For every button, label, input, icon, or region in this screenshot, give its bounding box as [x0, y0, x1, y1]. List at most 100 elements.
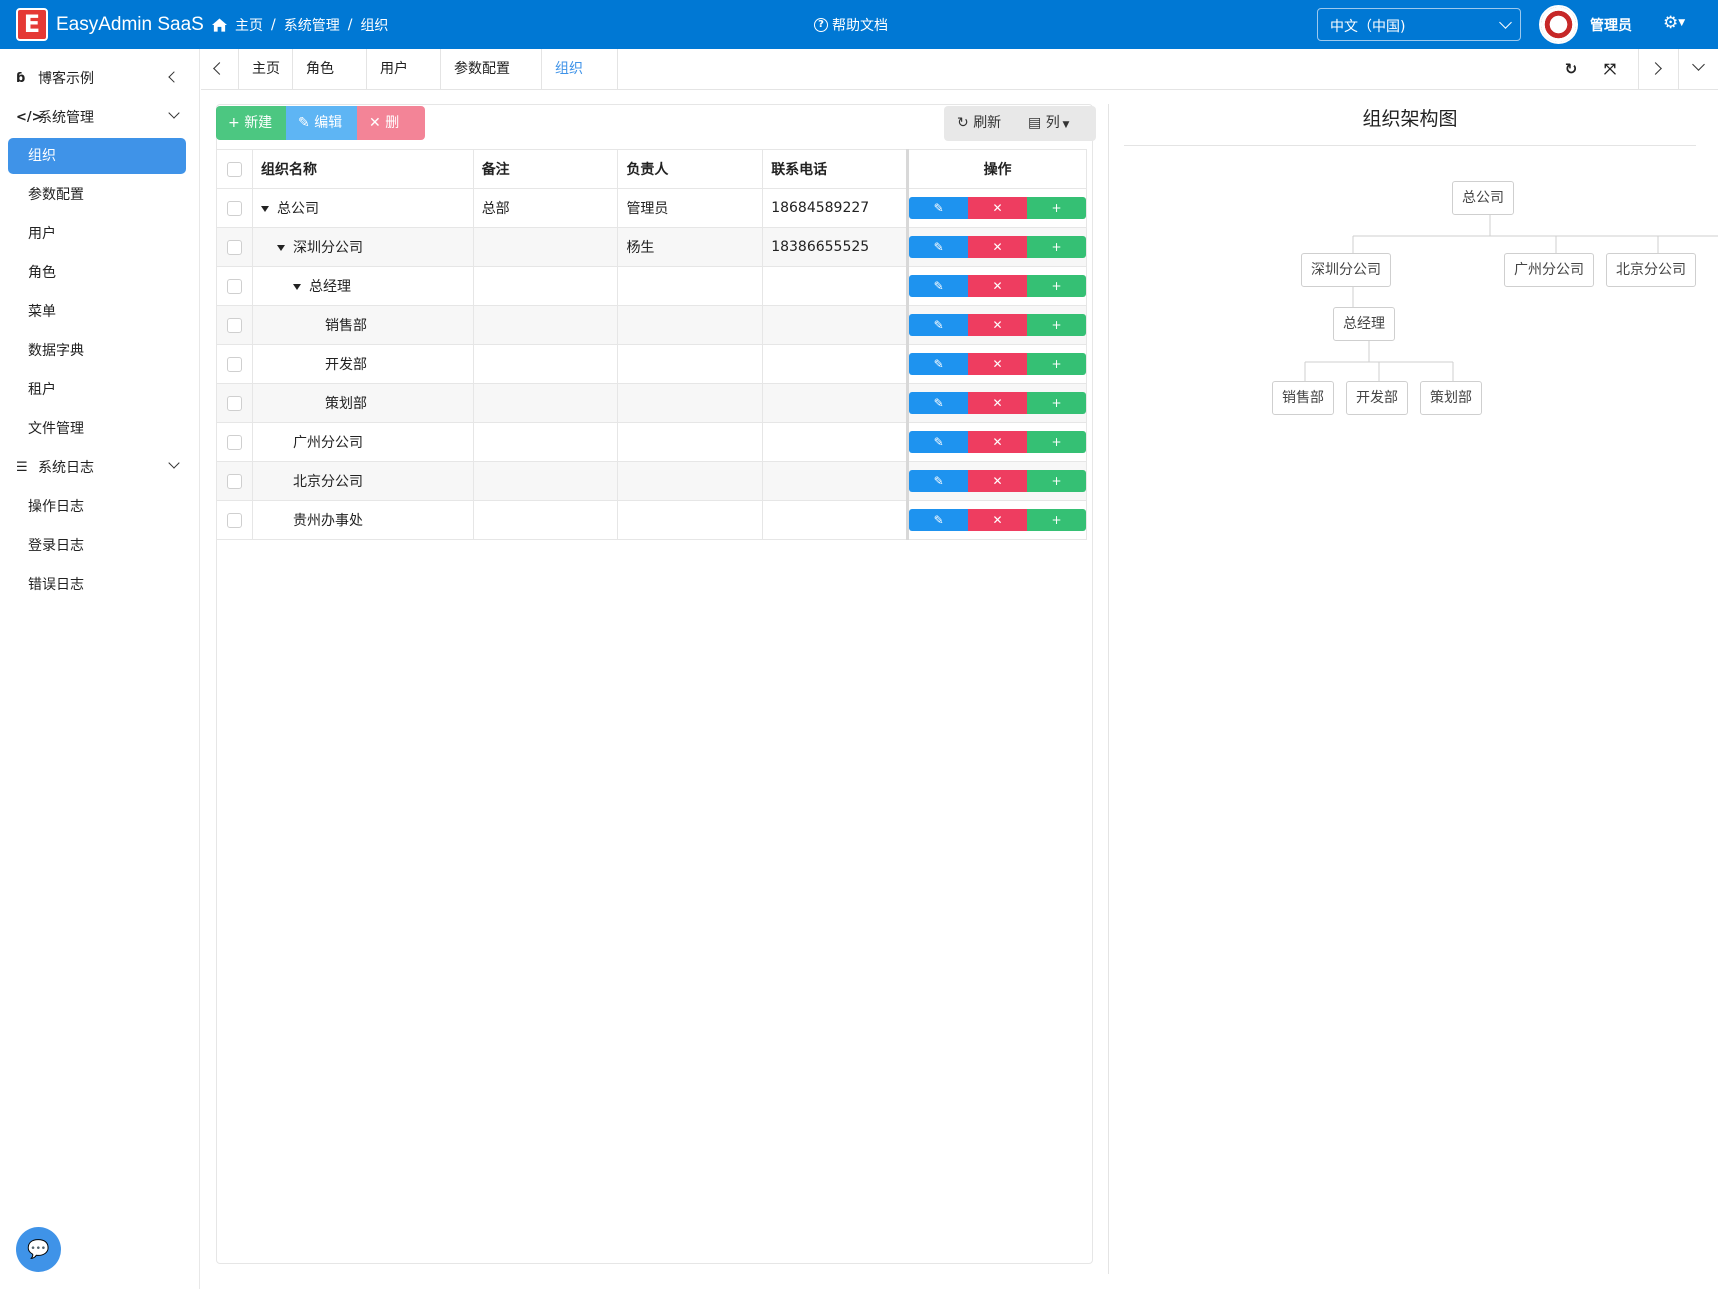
checkbox[interactable] — [226, 356, 242, 372]
row-add-button[interactable]: + 增加 — [1027, 470, 1086, 492]
row-add-button[interactable]: + 增加 — [1027, 314, 1086, 336]
refresh-button[interactable]: ↻ 刷新 — [944, 106, 1022, 141]
row-delete-button[interactable]: ✕ 删除 — [968, 314, 1028, 336]
row-checkbox-cell[interactable] — [216, 461, 253, 501]
tab-home[interactable]: 主页 — [239, 49, 293, 89]
row-edit-button[interactable]: ✎ 编辑 — [909, 236, 969, 258]
org-node-root[interactable]: 总公司 — [1452, 181, 1514, 215]
breadcrumb-system[interactable]: 系统管理 — [284, 15, 340, 35]
sidebar-item-menu[interactable]: 菜单 — [8, 294, 186, 330]
columns-button[interactable]: ▤ 列 ▼ — [1022, 106, 1096, 141]
help-docs-link[interactable]: ? 帮助文档 — [814, 15, 888, 35]
sidebar-group-logs[interactable]: ☰ 系统日志 — [0, 448, 200, 486]
sidebar-group-blog[interactable]: ɓ 博客示例 — [0, 59, 200, 97]
table-row[interactable]: 深圳分公司 杨生18386655525✎ 编辑✕ 删除+ 增加 — [216, 227, 1087, 267]
row-edit-button[interactable]: ✎ 编辑 — [909, 197, 969, 219]
col-phone[interactable]: 联系电话 — [762, 149, 909, 189]
row-delete-button[interactable]: ✕ 删除 — [968, 509, 1028, 531]
edit-button[interactable]: ✎ 编辑 — [286, 106, 357, 140]
col-org-name[interactable]: 组织名称 — [251, 149, 474, 189]
row-edit-button[interactable]: ✎ 编辑 — [909, 275, 969, 297]
row-edit-button[interactable]: ✎ 编辑 — [909, 392, 969, 414]
sidebar-item-roles[interactable]: 角色 — [8, 255, 186, 291]
checkbox[interactable] — [226, 161, 242, 177]
table-row[interactable]: 总公司 总部管理员18684589227✎ 编辑✕ 删除+ 增加 — [216, 188, 1087, 228]
row-delete-button[interactable]: ✕ 删除 — [968, 353, 1028, 375]
caret-down-icon[interactable] — [292, 284, 301, 290]
table-row[interactable]: 北京分公司 ✎ 编辑✕ 删除+ 增加 — [216, 461, 1087, 501]
avatar[interactable] — [1539, 5, 1578, 44]
chat-button[interactable]: 💬 — [16, 1227, 61, 1272]
checkbox[interactable] — [226, 278, 242, 294]
table-row[interactable]: 开发部 ✎ 编辑✕ 删除+ 增加 — [216, 344, 1087, 384]
tab-org[interactable]: 组织 — [542, 49, 618, 89]
checkbox[interactable] — [226, 395, 242, 411]
app-name[interactable]: EasyAdmin SaaS — [56, 14, 204, 36]
checkbox[interactable] — [226, 473, 242, 489]
org-node-planning[interactable]: 策划部 — [1420, 381, 1482, 415]
org-node-dev[interactable]: 开发部 — [1346, 381, 1408, 415]
checkbox[interactable] — [226, 434, 242, 450]
row-checkbox-cell[interactable] — [216, 383, 253, 423]
row-checkbox-cell[interactable] — [216, 344, 253, 384]
row-edit-button[interactable]: ✎ 编辑 — [909, 431, 969, 453]
row-edit-button[interactable]: ✎ 编辑 — [909, 509, 969, 531]
sidebar-item-dictionary[interactable]: 数据字典 — [8, 333, 186, 369]
org-node-beijing[interactable]: 北京分公司 — [1606, 253, 1696, 287]
row-checkbox-cell[interactable] — [216, 500, 253, 540]
row-checkbox-cell[interactable] — [216, 266, 253, 306]
breadcrumb-home[interactable]: 主页 — [235, 15, 263, 35]
tab-menu-button[interactable] — [1678, 49, 1718, 89]
user-name[interactable]: 管理员 — [1590, 15, 1632, 35]
row-delete-button[interactable]: ✕ 删除 — [968, 431, 1028, 453]
settings-menu[interactable]: ⚙▼ — [1663, 13, 1685, 33]
row-add-button[interactable]: + 增加 — [1027, 509, 1086, 531]
sidebar-item-params[interactable]: 参数配置 — [8, 177, 186, 213]
tab-params[interactable]: 参数配置 — [441, 49, 542, 89]
row-edit-button[interactable]: ✎ 编辑 — [909, 470, 969, 492]
row-checkbox-cell[interactable] — [216, 227, 253, 267]
table-row[interactable]: 广州分公司 ✎ 编辑✕ 删除+ 增加 — [216, 422, 1087, 462]
language-select[interactable]: 中文（中国) — [1317, 8, 1521, 41]
sidebar-item-operation-log[interactable]: 操作日志 — [8, 489, 186, 525]
caret-down-icon[interactable] — [276, 245, 285, 251]
row-edit-button[interactable]: ✎ 编辑 — [909, 314, 969, 336]
fullscreen-button[interactable]: ⤧ — [1590, 49, 1630, 89]
row-add-button[interactable]: + 增加 — [1027, 197, 1086, 219]
row-edit-button[interactable]: ✎ 编辑 — [909, 353, 969, 375]
org-node-guangzhou[interactable]: 广州分公司 — [1504, 253, 1594, 287]
org-node-sales[interactable]: 销售部 — [1272, 381, 1334, 415]
col-owner[interactable]: 负责人 — [617, 149, 764, 189]
org-node-gm[interactable]: 总经理 — [1333, 307, 1395, 341]
app-logo[interactable]: E — [16, 8, 48, 41]
sidebar-group-system[interactable]: </> 系统管理 — [0, 98, 200, 136]
row-checkbox-cell[interactable] — [216, 305, 253, 345]
col-remark[interactable]: 备注 — [472, 149, 619, 189]
org-node-shenzhen[interactable]: 深圳分公司 — [1301, 253, 1391, 287]
tab-users[interactable]: 用户 — [367, 49, 441, 89]
row-delete-button[interactable]: ✕ 删除 — [968, 275, 1028, 297]
table-row[interactable]: 总经理 ✎ 编辑✕ 删除+ 增加 — [216, 266, 1087, 306]
select-all-checkbox[interactable] — [216, 149, 253, 189]
sidebar-item-files[interactable]: 文件管理 — [8, 411, 186, 447]
row-checkbox-cell[interactable] — [216, 188, 253, 228]
row-checkbox-cell[interactable] — [216, 422, 253, 462]
sidebar-item-tenants[interactable]: 租户 — [8, 372, 186, 408]
tab-roles[interactable]: 角色 — [293, 49, 367, 89]
table-row[interactable]: 策划部 ✎ 编辑✕ 删除+ 增加 — [216, 383, 1087, 423]
row-delete-button[interactable]: ✕ 删除 — [968, 236, 1028, 258]
checkbox[interactable] — [226, 512, 242, 528]
row-add-button[interactable]: + 增加 — [1027, 236, 1086, 258]
checkbox[interactable] — [226, 200, 242, 216]
row-delete-button[interactable]: ✕ 删除 — [968, 470, 1028, 492]
row-add-button[interactable]: + 增加 — [1027, 392, 1086, 414]
tab-scroll-right[interactable] — [1638, 49, 1678, 89]
sidebar-item-org[interactable]: 组织 — [8, 138, 186, 174]
table-row[interactable]: 销售部 ✎ 编辑✕ 删除+ 增加 — [216, 305, 1087, 345]
sidebar-item-login-log[interactable]: 登录日志 — [8, 528, 186, 564]
table-row[interactable]: 贵州办事处 ✎ 编辑✕ 删除+ 增加 — [216, 500, 1087, 540]
row-delete-button[interactable]: ✕ 删除 — [968, 392, 1028, 414]
sidebar-item-users[interactable]: 用户 — [8, 216, 186, 252]
tab-scroll-left[interactable] — [201, 49, 239, 89]
sidebar-item-error-log[interactable]: 错误日志 — [8, 567, 186, 603]
